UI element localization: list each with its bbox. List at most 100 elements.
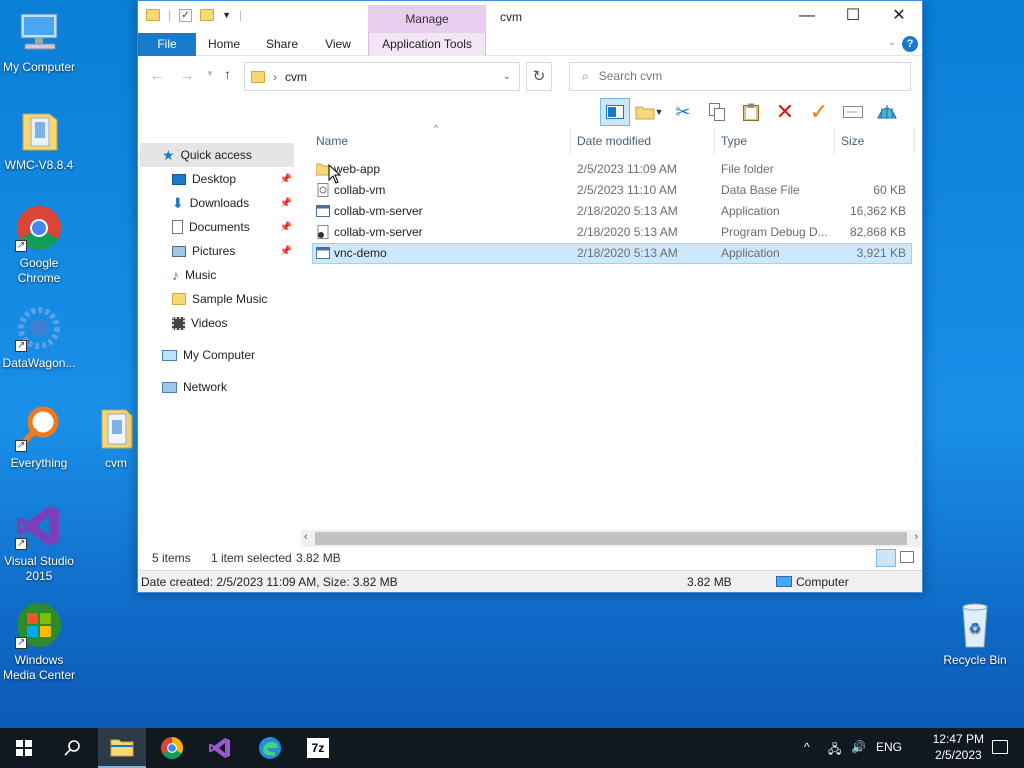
folder-icon (251, 70, 265, 83)
horizontal-scrollbar[interactable]: ‹ › (301, 530, 921, 547)
tab-application-tools[interactable]: Application Tools (368, 33, 486, 56)
desktop-icon-recycle-bin[interactable]: ♻ Recycle Bin (936, 601, 1014, 668)
nav-quick-access[interactable]: ★ Quick access (140, 143, 294, 167)
scroll-left-icon[interactable]: ‹ (304, 531, 308, 543)
desktop-icon-my-computer[interactable]: My Computer (0, 8, 78, 75)
properties-shell-icon[interactable] (872, 98, 902, 126)
properties-icon[interactable]: ✓ (179, 8, 193, 22)
taskbar-visual-studio[interactable] (196, 728, 244, 768)
column-divider[interactable] (914, 128, 915, 154)
preview-pane-icon[interactable] (600, 98, 630, 126)
clock[interactable]: 12:47 PM 2/5/2023 (933, 731, 984, 763)
pin-icon[interactable]: 📌 (280, 174, 292, 185)
action-center-icon[interactable] (992, 740, 1008, 754)
manage-label: Manage (368, 5, 486, 33)
folder-icon (15, 106, 63, 154)
address-dropdown-icon[interactable]: ⌄ (503, 71, 511, 82)
column-date-modified[interactable]: Date modified (577, 134, 651, 148)
nav-my-computer[interactable]: My Computer (162, 343, 292, 367)
start-button[interactable] (0, 728, 48, 768)
details-info: Date created: 2/5/2023 11:09 AM, Size: 3… (141, 575, 398, 589)
details-view-button[interactable] (876, 549, 896, 567)
nav-music[interactable]: ♪ Music (172, 263, 292, 287)
desktop-icon-wmc-app[interactable]: Windows Media Center (0, 601, 78, 683)
desktop-icon-datawagon[interactable]: DataWagon... (0, 304, 78, 371)
search-input[interactable]: ⌕ Search cvm (569, 62, 911, 91)
nav-network[interactable]: Network (162, 375, 292, 399)
nav-pictures[interactable]: Pictures 📌 (172, 239, 292, 263)
7zip-icon: 7z (307, 738, 329, 758)
nav-videos[interactable]: Videos (172, 311, 292, 335)
file-row[interactable]: collab-vm 2/5/2023 11:10 AM Data Base Fi… (312, 180, 912, 201)
taskbar-file-explorer[interactable] (98, 728, 146, 768)
file-name: collab-vm (334, 183, 386, 197)
column-size[interactable]: Size (841, 134, 864, 148)
details-bar: Date created: 2/5/2023 11:09 AM, Size: 3… (138, 570, 922, 592)
address-field[interactable]: › cvm ⌄ (244, 62, 520, 91)
column-name[interactable]: Name (316, 134, 348, 148)
folder-options-icon[interactable]: ▼ (634, 98, 664, 126)
file-name: collab-vm-server (334, 204, 423, 218)
back-button[interactable]: ← (150, 67, 164, 83)
taskbar-edge[interactable] (246, 728, 294, 768)
taskbar-7zip[interactable]: 7z (294, 728, 342, 768)
ribbon-expand-icon[interactable]: ⌄ (888, 37, 896, 48)
file-name: vnc-demo (334, 246, 387, 260)
taskbar-chrome[interactable] (148, 728, 196, 768)
nav-documents[interactable]: Documents 📌 (172, 215, 292, 239)
tab-share[interactable]: Share (260, 33, 304, 56)
column-divider[interactable] (834, 128, 835, 154)
desktop-icon-visual-studio[interactable]: Visual Studio 2015 (0, 502, 78, 584)
nav-desktop[interactable]: Desktop 📌 (172, 167, 292, 191)
help-button[interactable]: ? (902, 36, 918, 52)
divider: | (168, 8, 172, 22)
column-divider[interactable] (570, 128, 571, 154)
nav-downloads[interactable]: ⬇ Downloads 📌 (172, 191, 292, 215)
desktop-icon-wmc[interactable]: WMC-V8.8.4 (0, 106, 78, 173)
show-hidden-icons-button[interactable]: ^ (804, 740, 810, 754)
customize-qat-icon[interactable]: ▼ (222, 10, 231, 20)
paste-icon[interactable] (736, 98, 766, 126)
refresh-button[interactable]: ↻ (526, 62, 552, 91)
explorer-window: | ✓ ▼ | Manage cvm — ☐ ✕ File Home Share… (137, 0, 923, 593)
column-divider[interactable] (714, 128, 715, 154)
forward-button[interactable]: → (180, 67, 194, 83)
tab-home[interactable]: Home (202, 33, 246, 56)
file-row[interactable]: collab-vm-server 2/18/2020 5:13 AM Progr… (312, 222, 912, 243)
rename-icon[interactable] (838, 98, 868, 126)
pin-icon[interactable]: 📌 (280, 222, 292, 233)
nav-label: Videos (191, 316, 228, 330)
file-row-selected[interactable]: vnc-demo 2/18/2020 5:13 AM Application 3… (312, 243, 912, 264)
nav-label: Quick access (180, 148, 252, 162)
maximize-button[interactable]: ☐ (830, 1, 876, 31)
delete-icon[interactable]: ✕ (770, 98, 800, 126)
apply-checkmark-icon[interactable]: ✓ (804, 98, 834, 126)
file-row[interactable]: web-app 2/5/2023 11:09 AM File folder (312, 159, 912, 180)
desktop-icon-label: Everything (10, 456, 68, 470)
network-tray-icon[interactable]: 🖧 (828, 740, 841, 761)
cut-icon[interactable]: ✂ (668, 98, 698, 126)
nav-sample-music[interactable]: Sample Music (172, 287, 292, 311)
tab-file[interactable]: File (138, 33, 196, 56)
pin-icon[interactable]: 📌 (280, 198, 292, 209)
large-icons-view-button[interactable] (900, 551, 914, 563)
taskbar-search-button[interactable] (48, 728, 96, 768)
up-button[interactable]: ↑ (224, 66, 231, 82)
scroll-right-icon[interactable]: › (914, 531, 918, 543)
new-folder-icon[interactable] (200, 9, 215, 21)
desktop-icon-everything[interactable]: Everything (0, 404, 78, 471)
recent-locations-button[interactable]: ▼ (206, 69, 214, 78)
pin-icon[interactable]: 📌 (280, 246, 292, 257)
file-row[interactable]: collab-vm-server 2/18/2020 5:13 AM Appli… (312, 201, 912, 222)
breadcrumb-cvm[interactable]: cvm (285, 70, 307, 84)
minimize-button[interactable]: — (784, 1, 830, 31)
file-date: 2/18/2020 5:13 AM (577, 225, 678, 239)
language-indicator[interactable]: ENG (876, 740, 902, 754)
volume-tray-icon[interactable]: 🔊 (851, 740, 866, 754)
column-type[interactable]: Type (721, 134, 747, 148)
close-button[interactable]: ✕ (876, 1, 922, 31)
desktop-icon-chrome[interactable]: Google Chrome (0, 204, 78, 286)
scrollbar-thumb[interactable] (315, 532, 907, 545)
tab-view[interactable]: View (318, 33, 358, 56)
copy-icon[interactable] (702, 98, 732, 126)
